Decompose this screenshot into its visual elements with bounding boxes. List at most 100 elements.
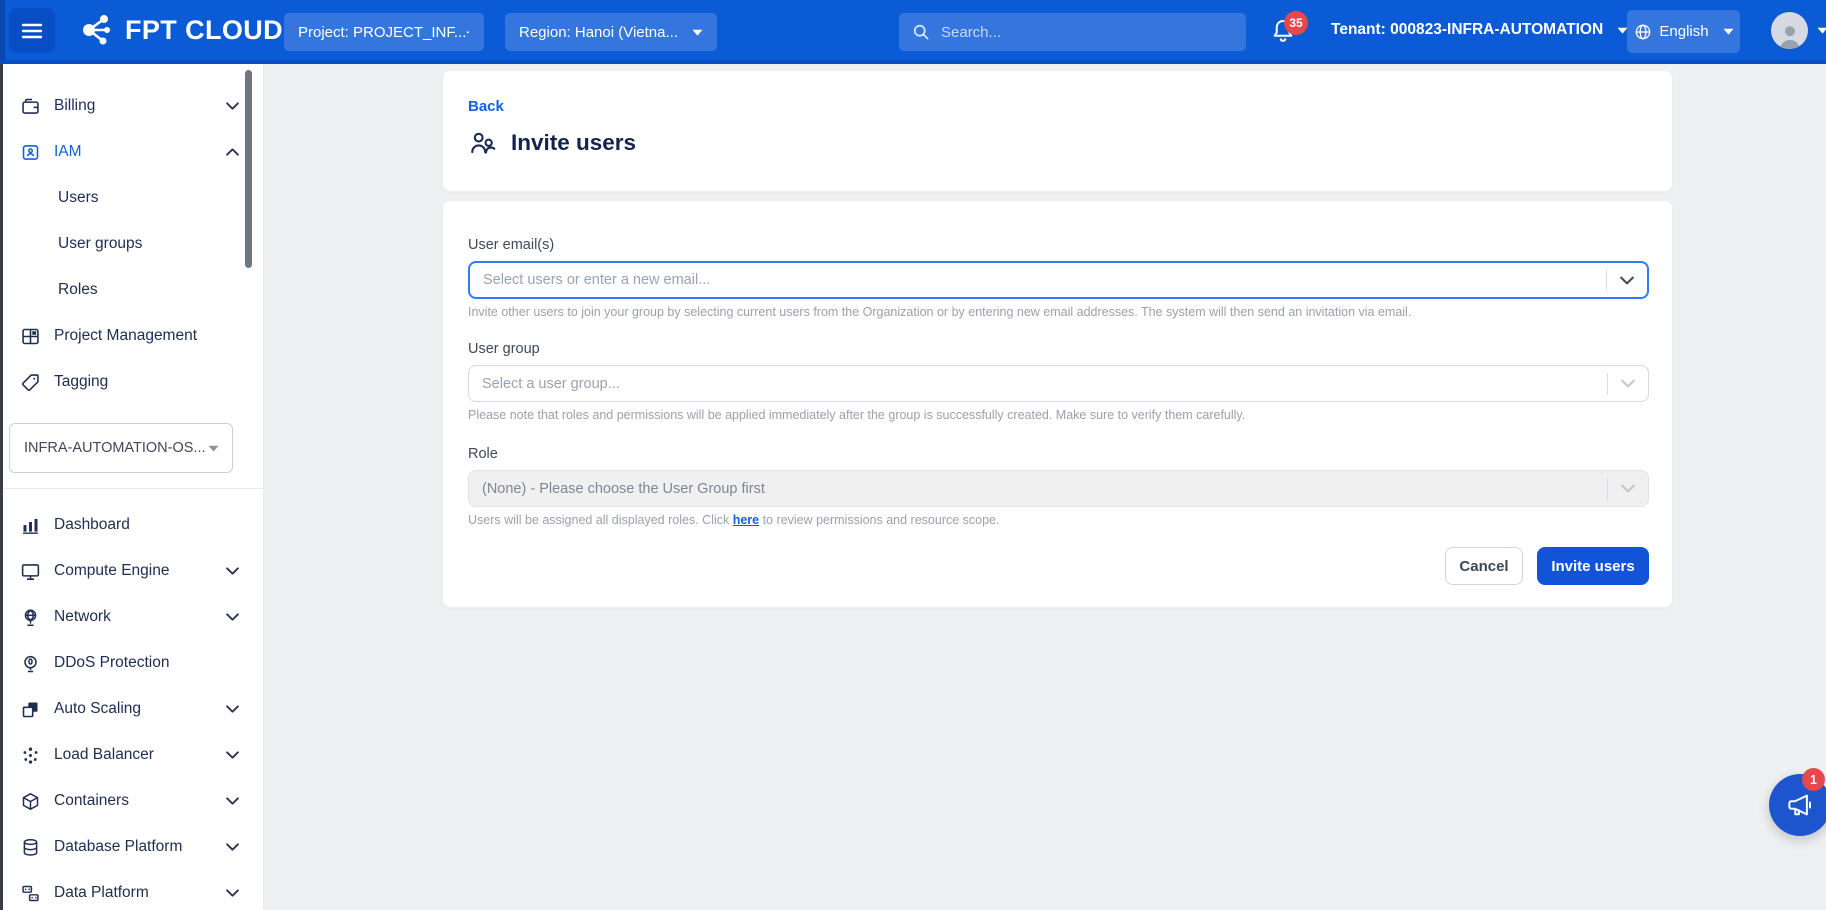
tenant-selector[interactable]: Tenant: 000823-INFRA-AUTOMATION (1331, 0, 1628, 60)
sidebar-item-project-management[interactable]: Project Management (0, 313, 263, 359)
sidebar-item-roles[interactable]: Roles (0, 267, 263, 313)
sidebar-item-compute-engine[interactable]: Compute Engine (0, 548, 263, 594)
sidebar-item-iam[interactable]: IAM (0, 129, 263, 175)
role-select[interactable]: (None) - Please choose the User Group fi… (468, 470, 1649, 507)
project-selector[interactable]: Project: PROJECT_INF... (284, 13, 484, 51)
back-link[interactable]: Back (468, 98, 504, 115)
sidebar-project-dropdown-value: INFRA-AUTOMATION-OS... (24, 440, 206, 456)
chevron-down-icon (226, 705, 239, 713)
person-icon (1775, 21, 1805, 49)
sidebar-project-dropdown[interactable]: INFRA-AUTOMATION-OS... (9, 423, 233, 473)
sidebar-divider (0, 488, 263, 489)
fpt-logo-icon (76, 10, 116, 50)
id-badge-icon (19, 141, 41, 163)
project-selector-label: Project: PROJECT_INF... (298, 24, 466, 41)
sidebar-item-tagging[interactable]: Tagging (0, 359, 263, 405)
invite-users-icon (468, 128, 498, 158)
user-emails-label: User email(s) (468, 237, 1649, 253)
sidebar-item-label: Network (54, 608, 111, 626)
ddos-protection-icon (19, 652, 41, 674)
sidebar-item-auto-scaling[interactable]: Auto Scaling (0, 686, 263, 732)
database-icon (19, 836, 41, 858)
cube-icon (19, 790, 41, 812)
role-helper-link[interactable]: here (733, 513, 759, 527)
chevron-down-icon (1608, 379, 1648, 388)
announcements-button[interactable]: 1 (1769, 774, 1826, 836)
role-helper: Users will be assigned all displayed rol… (468, 513, 1649, 527)
sidebar-item-label: Users (58, 189, 98, 207)
page-title: Invite users (511, 130, 636, 156)
load-balancer-icon (19, 744, 41, 766)
language-label: English (1659, 23, 1708, 40)
search-input[interactable] (941, 24, 1234, 41)
main-content: Back Invite users User email(s) Invite o… (264, 64, 1826, 910)
caret-down-icon (692, 29, 703, 36)
user-group-label: User group (468, 341, 1649, 357)
top-navbar: FPT CLOUD Project: PROJECT_INF... Region… (0, 0, 1826, 64)
invite-users-form-card: User email(s) Invite other users to join… (442, 200, 1673, 608)
sidebar-item-label: Tagging (54, 373, 108, 391)
caret-down-icon (466, 29, 470, 36)
sidebar-item-label: Data Platform (54, 884, 149, 902)
sidebar-item-data-platform[interactable]: Data Platform (0, 870, 263, 910)
chevron-up-icon (226, 148, 239, 156)
globe-icon (1633, 22, 1653, 42)
bar-chart-icon (19, 514, 41, 536)
role-label: Role (468, 446, 1649, 462)
search-icon (911, 22, 931, 42)
user-group-placeholder: Select a user group... (469, 376, 1607, 392)
auto-scaling-icon (19, 698, 41, 720)
caret-down-icon (1723, 28, 1734, 35)
chevron-down-icon (226, 889, 239, 897)
sidebar-item-label: Billing (54, 97, 95, 115)
region-selector[interactable]: Region: Hanoi (Vietna... (505, 13, 717, 51)
logo-text: FPT CLOUD (125, 15, 283, 46)
invite-users-button[interactable]: Invite users (1537, 547, 1649, 585)
menu-button[interactable] (9, 8, 55, 53)
sidebar-item-database-platform[interactable]: Database Platform (0, 824, 263, 870)
role-value: (None) - Please choose the User Group fi… (469, 481, 1607, 497)
sidebar-item-containers[interactable]: Containers (0, 778, 263, 824)
user-menu[interactable] (1771, 0, 1826, 60)
sidebar-item-label: Dashboard (54, 516, 130, 534)
sidebar-item-users[interactable]: Users (0, 175, 263, 221)
fpt-cloud-logo[interactable]: FPT CLOUD (76, 0, 283, 60)
chevron-down-icon (226, 843, 239, 851)
sidebar-item-ddos-protection[interactable]: DDoS Protection (0, 640, 263, 686)
sidebar-item-label: Containers (54, 792, 129, 810)
sidebar-item-load-balancer[interactable]: Load Balancer (0, 732, 263, 778)
sidebar-scrollbar[interactable] (245, 70, 252, 268)
announcement-count-badge: 1 (1802, 768, 1825, 791)
sidebar-item-label: Roles (58, 281, 98, 299)
notification-count-badge: 35 (1284, 11, 1308, 35)
sidebar-item-billing[interactable]: Billing (0, 83, 263, 129)
project-management-icon (19, 325, 41, 347)
chevron-down-icon[interactable] (1607, 276, 1647, 285)
sidebar-item-label: Project Management (54, 327, 197, 345)
sidebar-item-label: DDoS Protection (54, 654, 169, 672)
network-globe-icon (19, 606, 41, 628)
sidebar-item-network[interactable]: Network (0, 594, 263, 640)
user-emails-helper: Invite other users to join your group by… (468, 305, 1649, 319)
cancel-button[interactable]: Cancel (1445, 547, 1523, 585)
wallet-icon (19, 95, 41, 117)
sidebar-item-user-groups[interactable]: User groups (0, 221, 263, 267)
sidebar-item-dashboard[interactable]: Dashboard (0, 502, 263, 548)
monitor-icon (19, 560, 41, 582)
caret-down-icon (1817, 27, 1826, 34)
region-selector-label: Region: Hanoi (Vietna... (519, 24, 678, 41)
chevron-down-icon (226, 102, 239, 110)
sidebar-item-label: User groups (58, 235, 142, 253)
language-selector[interactable]: English (1627, 10, 1740, 53)
chevron-down-icon (1608, 484, 1648, 493)
tag-icon (19, 371, 41, 393)
sidebar-item-label: Compute Engine (54, 562, 169, 580)
user-group-helper: Please note that roles and permissions w… (468, 408, 1649, 422)
user-group-select[interactable]: Select a user group... (468, 365, 1649, 402)
sidebar-item-label: IAM (54, 143, 82, 161)
window-edge (0, 64, 3, 910)
user-emails-input[interactable] (470, 272, 1606, 288)
global-search[interactable] (899, 13, 1246, 51)
chevron-down-icon (226, 751, 239, 759)
chevron-down-icon (226, 613, 239, 621)
